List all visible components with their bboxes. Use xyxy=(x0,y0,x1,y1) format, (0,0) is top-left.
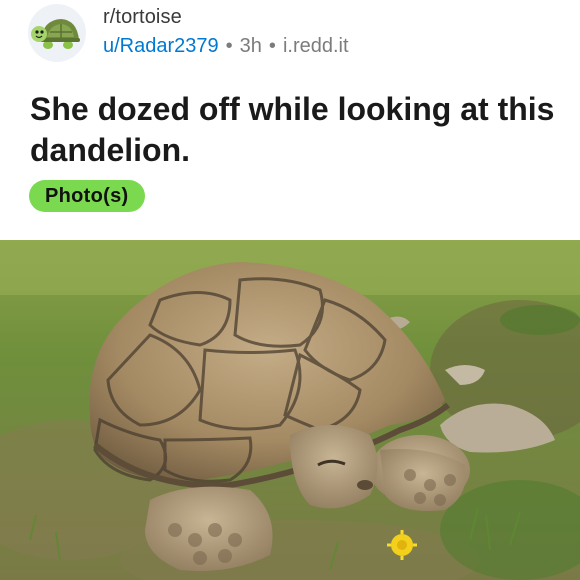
meta-separator: • xyxy=(268,35,276,57)
author-link[interactable]: u/Radar2379 xyxy=(103,35,219,57)
post-time: 3h xyxy=(239,35,262,57)
subreddit-name[interactable]: r/tortoise xyxy=(103,6,182,29)
post-image[interactable] xyxy=(0,240,580,580)
subreddit-avatar[interactable] xyxy=(28,4,86,62)
post-title[interactable]: She dozed off while looking at this dand… xyxy=(30,89,560,171)
post-domain[interactable]: i.redd.it xyxy=(283,35,349,57)
tortoise-avatar-icon xyxy=(31,19,80,49)
post-meta: u/Radar2379 • 3h • i.redd.it xyxy=(103,35,349,58)
reddit-post: r/tortoise u/Radar2379 • 3h • i.redd.it She … xyxy=(0,0,580,580)
meta-separator: • xyxy=(225,35,233,57)
post-header: r/tortoise u/Radar2379 • 3h • i.redd.it xyxy=(0,0,580,70)
post-flair[interactable]: Photo(s) xyxy=(29,180,145,212)
